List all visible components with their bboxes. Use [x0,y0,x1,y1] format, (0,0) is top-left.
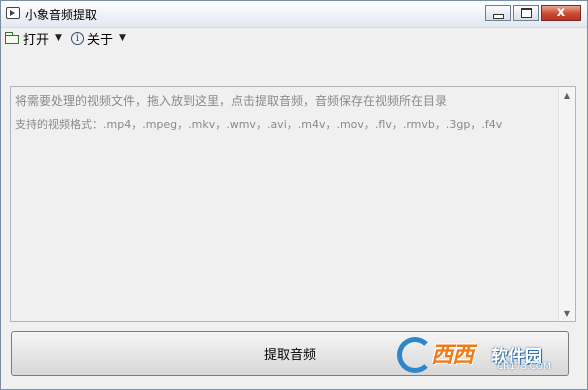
title-bar[interactable]: 小象音频提取 x [1,1,587,28]
supported-formats-text: 支持的视频格式：.mp4，.mpeg，.mkv，.wmv，.avi，.m4v，.… [15,118,503,131]
minimize-button[interactable] [485,5,511,21]
vertical-scrollbar[interactable]: ▲ ▼ [558,87,575,321]
menu-about[interactable]: i 关于 ▼ [71,28,126,48]
app-window: 小象音频提取 x 打开 ▼ i 关于 ▼ 将需要处理的视频文件，拖入放到这里，点 [0,0,588,390]
maximize-button[interactable] [513,5,539,21]
folder-icon [5,32,19,44]
close-button[interactable]: x [541,5,581,21]
drop-hint-text: 将需要处理的视频文件，拖入放到这里，点击提取音频，音频保存在视频所在目录 [15,94,448,108]
minimize-icon [492,13,504,19]
close-icon: x [556,5,566,20]
extract-audio-button[interactable]: 提取音频 [11,331,569,376]
menu-open-label: 打开 [23,32,50,48]
menu-open[interactable]: 打开 ▼ [5,28,62,48]
chevron-down-icon: ▼ [55,33,62,43]
drop-instructions: 将需要处理的视频文件，拖入放到这里，点击提取音频，音频保存在视频所在目录 支持的… [15,89,557,137]
maximize-icon [520,8,532,18]
file-drop-area[interactable]: 将需要处理的视频文件，拖入放到这里，点击提取音频，音频保存在视频所在目录 支持的… [10,86,576,322]
menu-bar: 打开 ▼ i 关于 ▼ [1,28,587,48]
menu-about-label: 关于 [87,32,114,48]
window-title: 小象音频提取 [25,8,98,22]
scroll-up-icon[interactable]: ▲ [559,87,575,103]
window-controls: x [485,5,581,21]
app-icon [6,7,20,19]
info-icon: i [71,31,84,45]
chevron-down-icon: ▼ [119,33,126,43]
scroll-down-icon[interactable]: ▼ [559,305,575,321]
